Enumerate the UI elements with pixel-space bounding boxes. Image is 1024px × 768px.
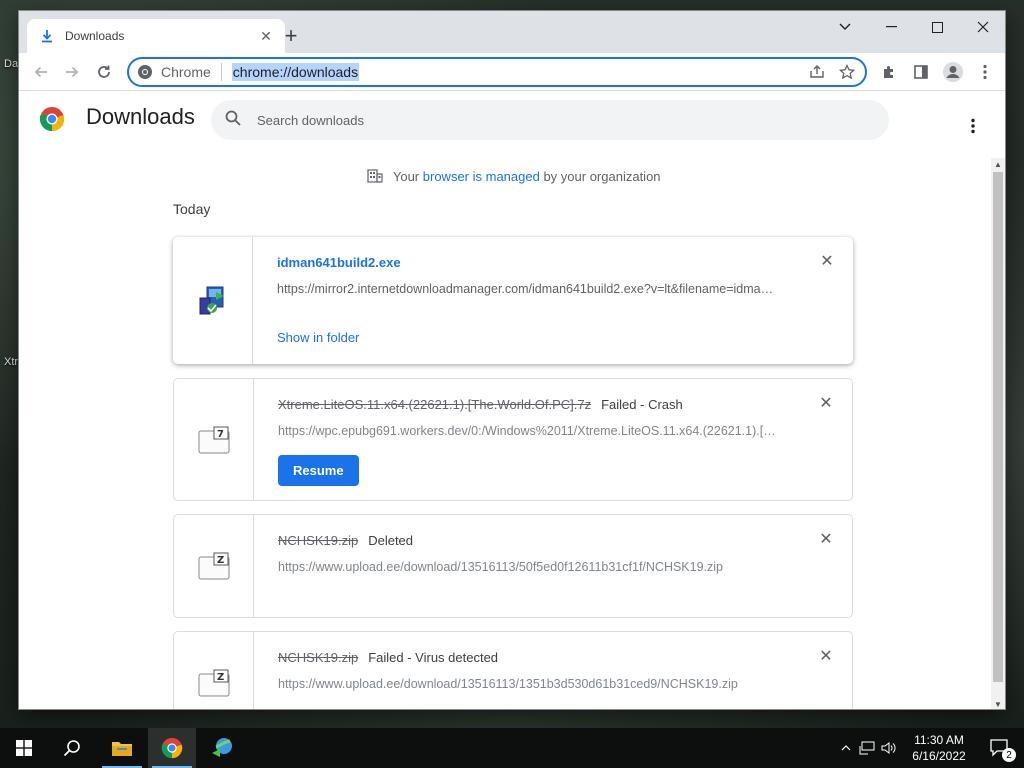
page-scrollbar[interactable]: ▲ ▼: [991, 158, 1005, 709]
scroll-down-icon[interactable]: ▼: [994, 700, 1002, 709]
search-taskbar-icon[interactable]: [48, 728, 96, 768]
managed-link[interactable]: browser is managed: [423, 169, 540, 184]
forward-icon[interactable]: [59, 59, 85, 85]
managed-notice: Your browser is managed by your organiza…: [19, 169, 1005, 184]
downloads-menu-icon[interactable]: [961, 114, 985, 138]
windows-logo-icon: [16, 740, 32, 756]
system-tray: [838, 728, 900, 768]
download-item-body: NCHSK19.zip Deleted https://www.upload.ee…: [278, 533, 798, 574]
bookmark-star-icon[interactable]: [837, 62, 857, 82]
tab-strip: Downloads ✕ +: [19, 11, 1005, 53]
tab-title: Downloads: [65, 29, 125, 43]
downloads-header: Downloads: [19, 92, 1005, 148]
extensions-icon[interactable]: [877, 60, 901, 84]
download-item: Z NCHSK19.zip Failed - Virus detected htt…: [173, 631, 853, 709]
clock-date: 6/16/2022: [912, 749, 966, 763]
search-icon: [225, 110, 243, 131]
close-window-icon[interactable]: [960, 11, 1005, 43]
notifications-button[interactable]: 2: [976, 728, 1024, 768]
search-input[interactable]: [257, 112, 817, 128]
download-item: Z NCHSK19.zip Deleted https://www.upload.…: [173, 514, 853, 618]
remove-item-icon[interactable]: ✕: [818, 395, 834, 412]
managed-prefix: Your: [392, 169, 420, 184]
chrome-logo-icon: [39, 107, 65, 131]
clock-time: 11:30 AM: [914, 733, 964, 747]
system-clock[interactable]: 11:30 AM 6/16/2022: [902, 732, 976, 764]
chevron-up-icon[interactable]: [838, 745, 854, 751]
download-item: idman641build2.exe https://mirror2.inter…: [173, 237, 853, 364]
file-name: NCHSK19.zip: [278, 533, 359, 548]
resume-button[interactable]: Resume: [278, 455, 359, 486]
site-label: Chrome: [161, 64, 211, 80]
downloads-page: Downloads Your browser is managed by: [19, 92, 1005, 709]
page-title: Downloads: [86, 104, 195, 129]
svg-text:Z: Z: [217, 672, 224, 683]
file-url[interactable]: https://www.upload.ee/download/13516113/…: [278, 677, 778, 691]
desktop-icon-label[interactable]: Da: [4, 58, 18, 70]
download-manager-taskbar-icon[interactable]: [198, 728, 246, 768]
minimize-icon[interactable]: [868, 11, 914, 43]
browser-toolbar: Chrome chrome://downloads: [19, 53, 1005, 91]
maximize-icon[interactable]: [914, 11, 960, 43]
file-icon-column: [173, 237, 253, 364]
chrome-site-icon: [138, 65, 152, 79]
download-item: 7 Xtreme.LiteOS.11.x64.(22621.1).[The.Wo…: [173, 378, 853, 501]
remove-item-icon[interactable]: ✕: [819, 253, 835, 270]
zip-file-icon: Z: [198, 552, 229, 580]
reload-icon[interactable]: [91, 59, 117, 85]
close-tab-icon[interactable]: ✕: [257, 27, 275, 45]
scrollbar-thumb[interactable]: [993, 172, 1003, 682]
scroll-up-icon[interactable]: ▲: [994, 160, 1002, 169]
omnibox-divider: [220, 63, 222, 81]
start-button[interactable]: [0, 728, 48, 768]
file-name: Xtreme.LiteOS.11.x64.(22621.1).[The.Worl…: [278, 397, 592, 412]
managed-suffix: by your organization: [543, 169, 661, 184]
search-bar[interactable]: [211, 100, 889, 140]
download-status: Failed - Virus detected: [368, 650, 499, 665]
download-icon: [39, 28, 55, 44]
tab-downloads[interactable]: Downloads ✕: [27, 19, 285, 53]
chevron-down-icon[interactable]: [822, 11, 868, 43]
taskbar: 11:30 AM 6/16/2022 2: [0, 728, 1024, 768]
archive-7z-file-icon: 7: [198, 426, 229, 453]
browser-window: Downloads ✕ + Chrome chrome://downloads …: [18, 10, 1006, 710]
url-text[interactable]: chrome://downloads: [231, 63, 360, 81]
desktop-icon-label[interactable]: Xtr: [4, 356, 18, 368]
download-item-body: NCHSK19.zip Failed - Virus detected https…: [278, 650, 798, 691]
remove-item-icon[interactable]: ✕: [818, 531, 834, 548]
back-icon[interactable]: [28, 59, 54, 85]
chrome-taskbar-icon[interactable]: [148, 728, 196, 768]
download-status: Failed - Crash: [601, 397, 683, 412]
building-icon: [367, 169, 384, 183]
share-icon[interactable]: [807, 62, 827, 82]
file-url[interactable]: https://wpc.epubg691.workers.dev/0:/Wind…: [278, 424, 778, 438]
file-name: NCHSK19.zip: [278, 650, 359, 665]
browser-menu-icon[interactable]: [973, 60, 997, 84]
file-url[interactable]: https://mirror2.internetdownloadmanager.…: [277, 282, 777, 296]
side-panel-icon[interactable]: [909, 60, 933, 84]
file-name-link[interactable]: idman641build2.exe: [277, 255, 401, 270]
volume-icon[interactable]: [878, 741, 900, 755]
download-item-body: idman641build2.exe https://mirror2.inter…: [277, 255, 797, 347]
network-icon[interactable]: [856, 741, 878, 755]
zip-file-icon: Z: [198, 669, 229, 697]
remove-item-icon[interactable]: ✕: [818, 648, 834, 665]
installer-file-icon: [199, 286, 224, 314]
section-heading-today: Today: [173, 201, 211, 217]
site-info[interactable]: Chrome: [137, 64, 211, 80]
file-url[interactable]: https://www.upload.ee/download/13516113/…: [278, 560, 778, 574]
profile-avatar[interactable]: [941, 60, 965, 84]
new-tab-button[interactable]: +: [277, 22, 305, 50]
svg-text:Z: Z: [217, 555, 224, 566]
file-explorer-icon[interactable]: [98, 728, 146, 768]
notification-count-badge: 2: [1002, 748, 1016, 762]
download-item-body: Xtreme.LiteOS.11.x64.(22621.1).[The.Worl…: [278, 397, 798, 486]
file-icon-column: Z: [174, 632, 254, 709]
show-in-folder-link[interactable]: Show in folder: [277, 330, 359, 345]
download-status: Deleted: [368, 533, 414, 548]
file-icon-column: Z: [174, 515, 254, 617]
svg-text:7: 7: [217, 429, 224, 440]
file-icon-column: 7: [174, 379, 254, 500]
address-bar[interactable]: Chrome chrome://downloads: [127, 57, 867, 87]
